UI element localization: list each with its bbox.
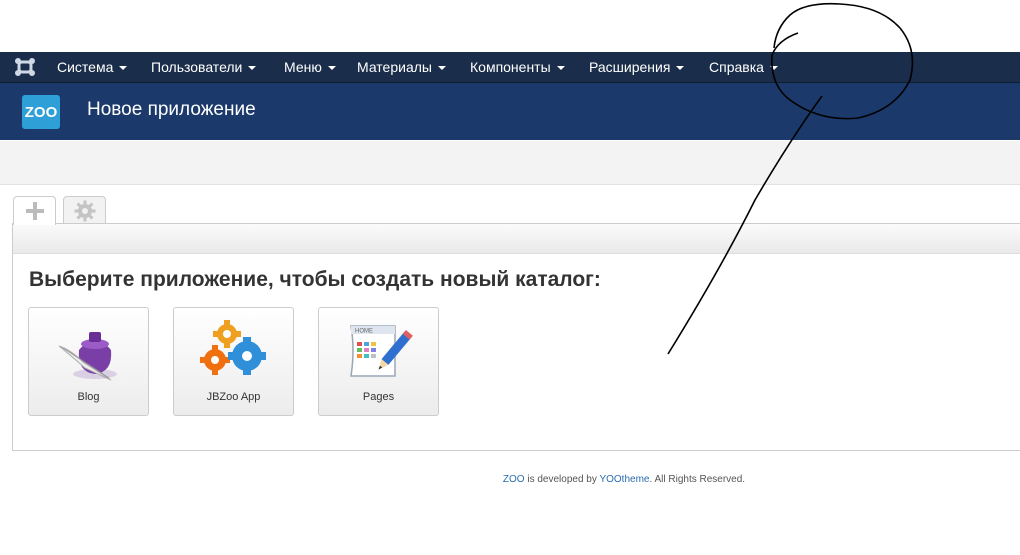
footer-text-1: is developed by — [524, 474, 600, 485]
app-label-pages: Pages — [362, 391, 395, 403]
menu-help[interactable]: Справка — [709, 52, 778, 82]
inkwell-quill-icon — [55, 320, 123, 382]
chevron-down-icon — [327, 66, 336, 71]
menu-users[interactable]: Пользователи — [151, 52, 257, 82]
chevron-down-icon — [769, 66, 778, 71]
chevron-down-icon — [556, 66, 565, 71]
footer: ZOO is developed by YOOtheme. All Rights… — [0, 474, 1020, 485]
zoo-link[interactable]: ZOO — [503, 474, 525, 485]
content-panel: Выберите приложение, чтобы создать новый… — [12, 223, 1020, 451]
app-label-blog: Blog — [77, 391, 100, 403]
gear-icon — [74, 200, 95, 221]
plus-icon — [25, 202, 44, 220]
page-header: ZOO Новое приложение — [0, 83, 1020, 140]
menu-components[interactable]: Компоненты — [470, 52, 565, 82]
menu-content[interactable]: Материалы — [357, 52, 446, 82]
app-card-pages[interactable]: HOME Pages — [318, 307, 439, 416]
top-navbar: Система Пользователи Меню Материалы Комп… — [0, 52, 1020, 83]
chevron-down-icon — [437, 66, 446, 71]
joomla-logo-icon[interactable] — [14, 57, 36, 77]
app-card-jbzoo[interactable]: JBZoo App — [173, 307, 294, 416]
menu-menus[interactable]: Меню — [284, 52, 336, 82]
gears-icon — [200, 320, 268, 382]
menu-extensions[interactable]: Расширения — [589, 52, 685, 82]
toolbar — [0, 141, 1020, 185]
tab-settings[interactable] — [63, 196, 106, 224]
chevron-down-icon — [676, 66, 685, 71]
tab-new-app[interactable] — [13, 196, 56, 225]
zoo-logo: ZOO — [22, 95, 60, 129]
svg-text:HOME: HOME — [355, 329, 373, 335]
menu-system[interactable]: Система — [57, 52, 128, 82]
panel-bar — [13, 224, 1020, 254]
chevron-down-icon — [248, 66, 257, 71]
document-pencil-icon: HOME — [345, 320, 413, 382]
footer-text-2: . All Rights Reserved. — [649, 474, 746, 485]
app-label-jbzoo: JBZoo App — [206, 391, 261, 403]
section-heading: Выберите приложение, чтобы создать новый… — [29, 268, 601, 291]
app-card-blog[interactable]: Blog — [28, 307, 149, 416]
yootheme-link[interactable]: YOOtheme — [599, 474, 649, 485]
page-title: Новое приложение — [87, 99, 256, 120]
chevron-down-icon — [119, 66, 128, 71]
